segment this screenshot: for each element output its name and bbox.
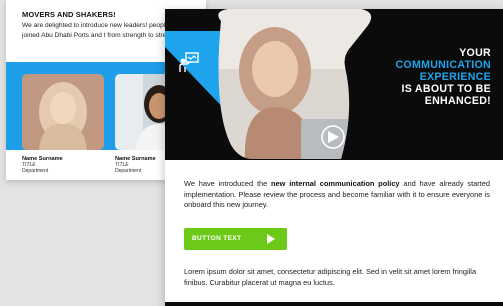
intro-paragraph: We have introduced the new internal comm… <box>184 179 490 211</box>
headline-line: YOUR <box>459 47 491 59</box>
team-member-department: Department <box>22 168 49 174</box>
cta-button-label: BUTTON TEXT <box>192 235 242 242</box>
policy-highlight: new internal communication policy <box>271 179 400 188</box>
front-newsletter-card: YOUR COMMUNICATION EXPERIENCE IS ABOUT T… <box>165 9 503 306</box>
intro-text: We have introduced the <box>184 179 272 188</box>
footer-bar <box>165 302 503 306</box>
hero-headline: YOUR COMMUNICATION EXPERIENCE IS ABOUT T… <box>341 47 491 107</box>
headline-line: ENHANCED! <box>424 95 491 107</box>
hero-banner: YOUR COMMUNICATION EXPERIENCE IS ABOUT T… <box>165 9 503 160</box>
cta-button[interactable]: BUTTON TEXT <box>184 228 287 250</box>
headline-line: IS ABOUT TO BE <box>401 83 491 95</box>
headline-line-accent: EXPERIENCE <box>419 71 491 83</box>
team-member-photo <box>22 74 104 150</box>
team-member-card: Name Surname TITLE Department <box>22 74 104 174</box>
headline-line-accent: COMMUNICATION <box>395 59 491 71</box>
arrow-right-icon <box>267 234 275 244</box>
presentation-icon <box>177 49 203 75</box>
body-paragraph: Lorem ipsum dolor sit amet, consectetur … <box>184 267 477 287</box>
